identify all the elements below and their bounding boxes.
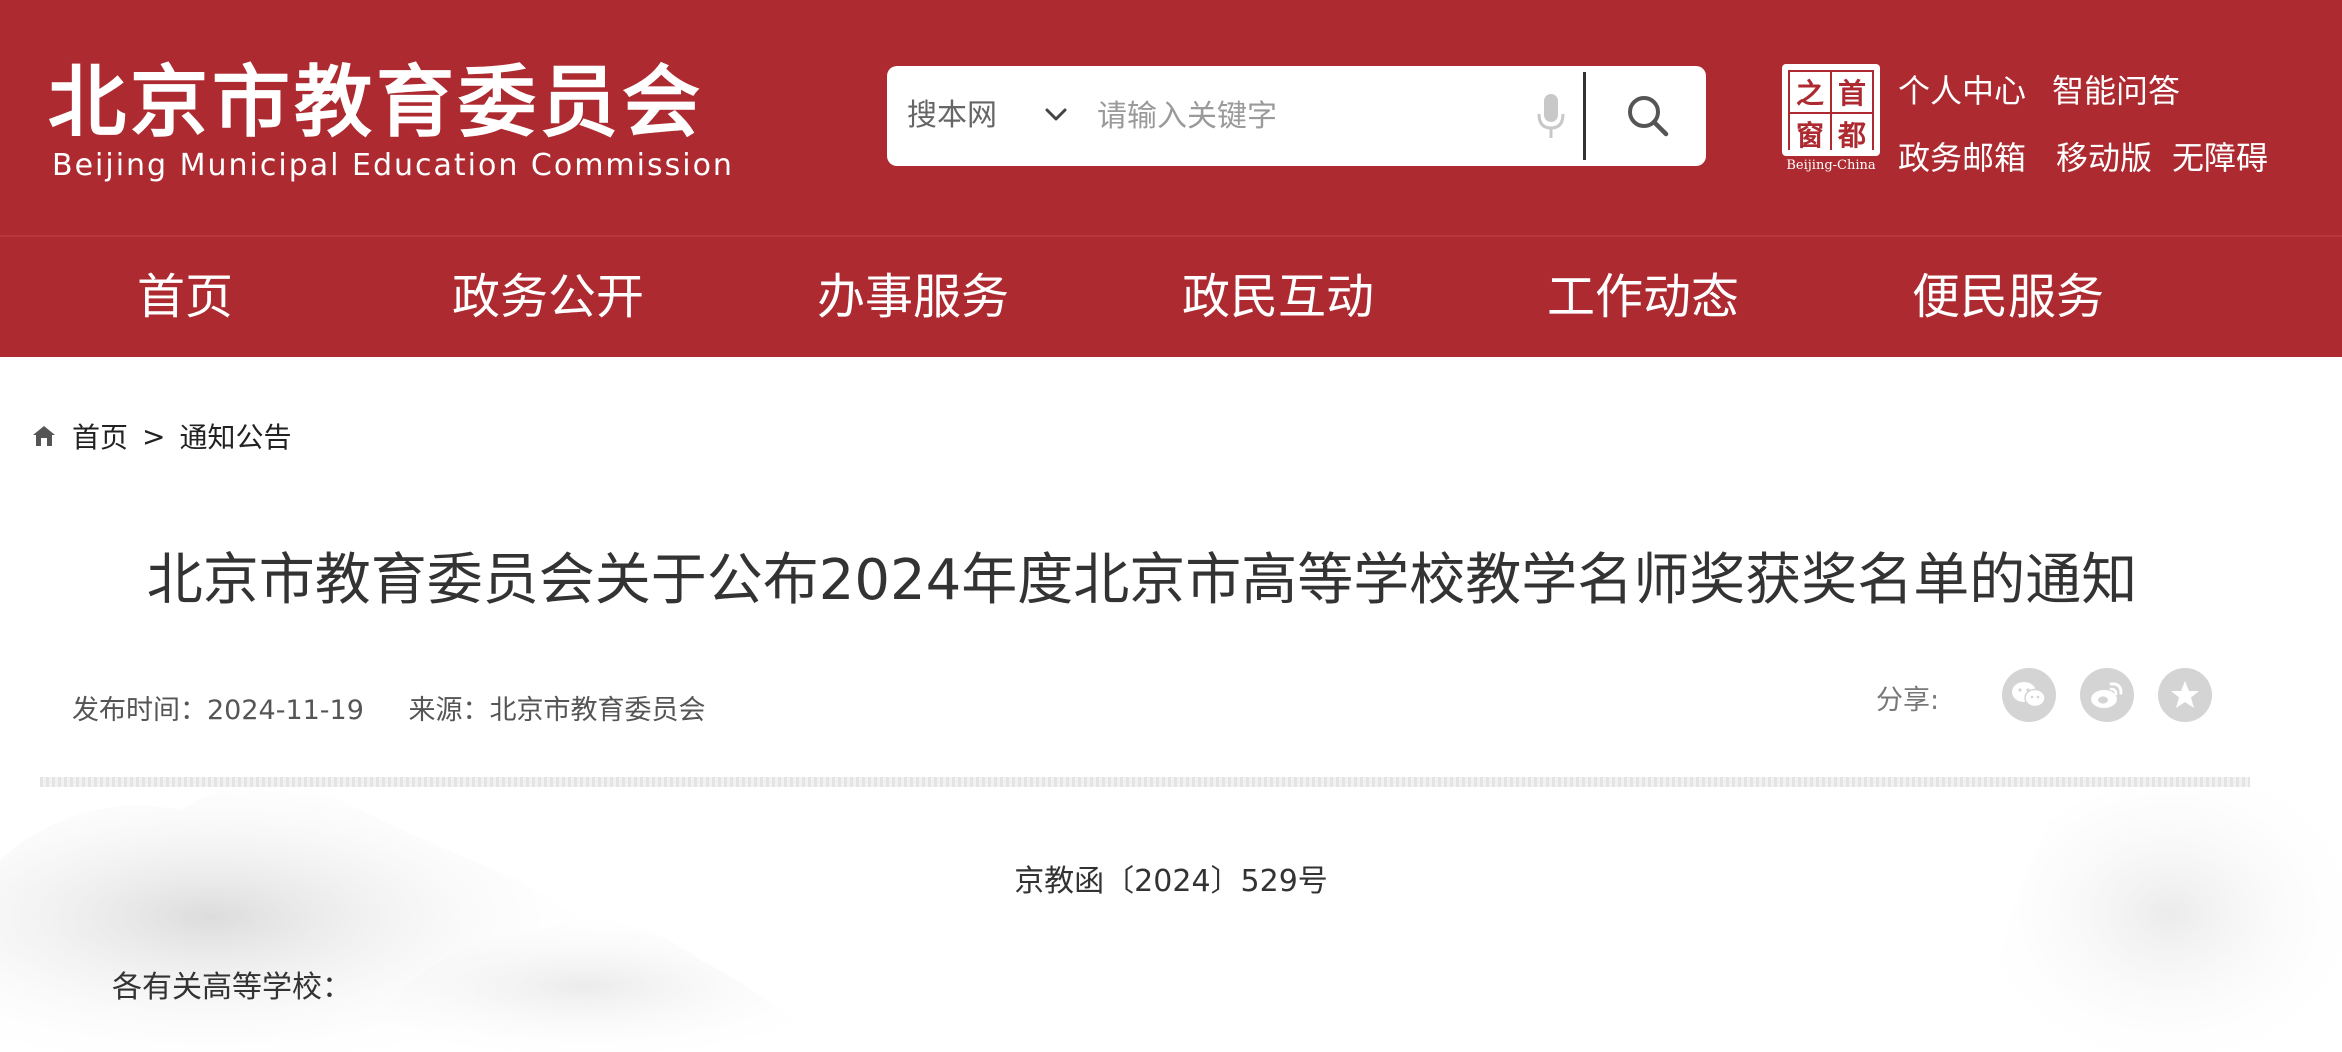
favorite-icon	[2171, 681, 2199, 708]
site-logo-en[interactable]: Beijing Municipal Education Commission	[52, 148, 734, 183]
search-bar: 搜本网	[887, 66, 1706, 166]
home-icon	[33, 426, 55, 446]
publish-time: 发布时间：2024-11-19	[72, 695, 364, 726]
chevron-down-icon[interactable]	[1039, 98, 1073, 132]
share-weibo-button[interactable]	[2080, 668, 2134, 722]
main-nav: 首页 政务公开 办事服务 政民互动 工作动态 便民服务	[0, 235, 2342, 357]
search-scope-select[interactable]: 搜本网	[907, 66, 997, 166]
site-logo-cn[interactable]: 北京市教育委员会	[48, 58, 704, 148]
nav-item-public-services[interactable]: 便民服务	[1912, 237, 2104, 357]
smart-qa-link[interactable]: 智能问答	[2052, 66, 2180, 112]
capital-badge-char: 窗	[1790, 114, 1830, 154]
article-source: 来源：北京市教育委员会	[408, 695, 706, 726]
search-button[interactable]	[1589, 66, 1706, 166]
breadcrumb-current[interactable]: 通知公告	[179, 416, 291, 456]
search-divider	[1583, 72, 1586, 160]
share-label: 分享:	[1876, 685, 1940, 716]
article-salutation: 各有关高等学校：	[112, 970, 352, 1005]
nav-item-interaction[interactable]: 政民互动	[1182, 237, 1374, 357]
site-header: 北京市教育委员会 Beijing Municipal Education Com…	[0, 0, 2342, 235]
capital-badge-subtitle: Beijing-China	[1786, 158, 1876, 173]
gov-mail-link[interactable]: 政务邮箱	[1898, 133, 2026, 179]
nav-item-services[interactable]: 办事服务	[817, 237, 1009, 357]
article-meta: 发布时间：2024-11-19 来源：北京市教育委员会	[72, 688, 742, 727]
breadcrumb: 首页 > 通知公告	[30, 418, 292, 454]
nav-item-gov-affairs[interactable]: 政务公开	[452, 237, 644, 357]
capital-badge-char: 首	[1832, 72, 1872, 112]
mobile-version-link[interactable]: 移动版	[2056, 133, 2152, 179]
capital-window-badge[interactable]: 之 首 窗 都 Beijing-China	[1782, 64, 1880, 173]
nav-item-home[interactable]: 首页	[137, 237, 233, 357]
breadcrumb-home[interactable]: 首页	[72, 416, 128, 456]
search-icon	[1627, 96, 1668, 137]
capital-badge-char: 都	[1832, 114, 1872, 154]
breadcrumb-separator: >	[142, 419, 166, 453]
capital-badge-char: 之	[1790, 72, 1830, 112]
share-favorite-button[interactable]	[2158, 668, 2212, 722]
nav-item-work-news[interactable]: 工作动态	[1547, 237, 1739, 357]
article-title: 北京市教育委员会关于公布2024年度北京市高等学校教学名师奖获奖名单的通知	[146, 548, 2138, 613]
microphone-icon[interactable]	[1535, 90, 1567, 142]
capital-badge-frame: 之 首 窗 都	[1782, 64, 1880, 156]
article-divider	[40, 777, 2250, 787]
search-input[interactable]	[1097, 86, 1397, 146]
capital-badge-grid: 之 首 窗 都	[1788, 70, 1874, 154]
document-number: 京教函〔2024〕529号	[1014, 864, 1328, 899]
personal-center-link[interactable]: 个人中心	[1898, 66, 2026, 112]
wechat-icon	[2012, 682, 2046, 708]
share-wechat-button[interactable]	[2002, 668, 2056, 722]
accessibility-link[interactable]: 无障碍	[2172, 133, 2268, 179]
weibo-icon	[2091, 682, 2123, 708]
